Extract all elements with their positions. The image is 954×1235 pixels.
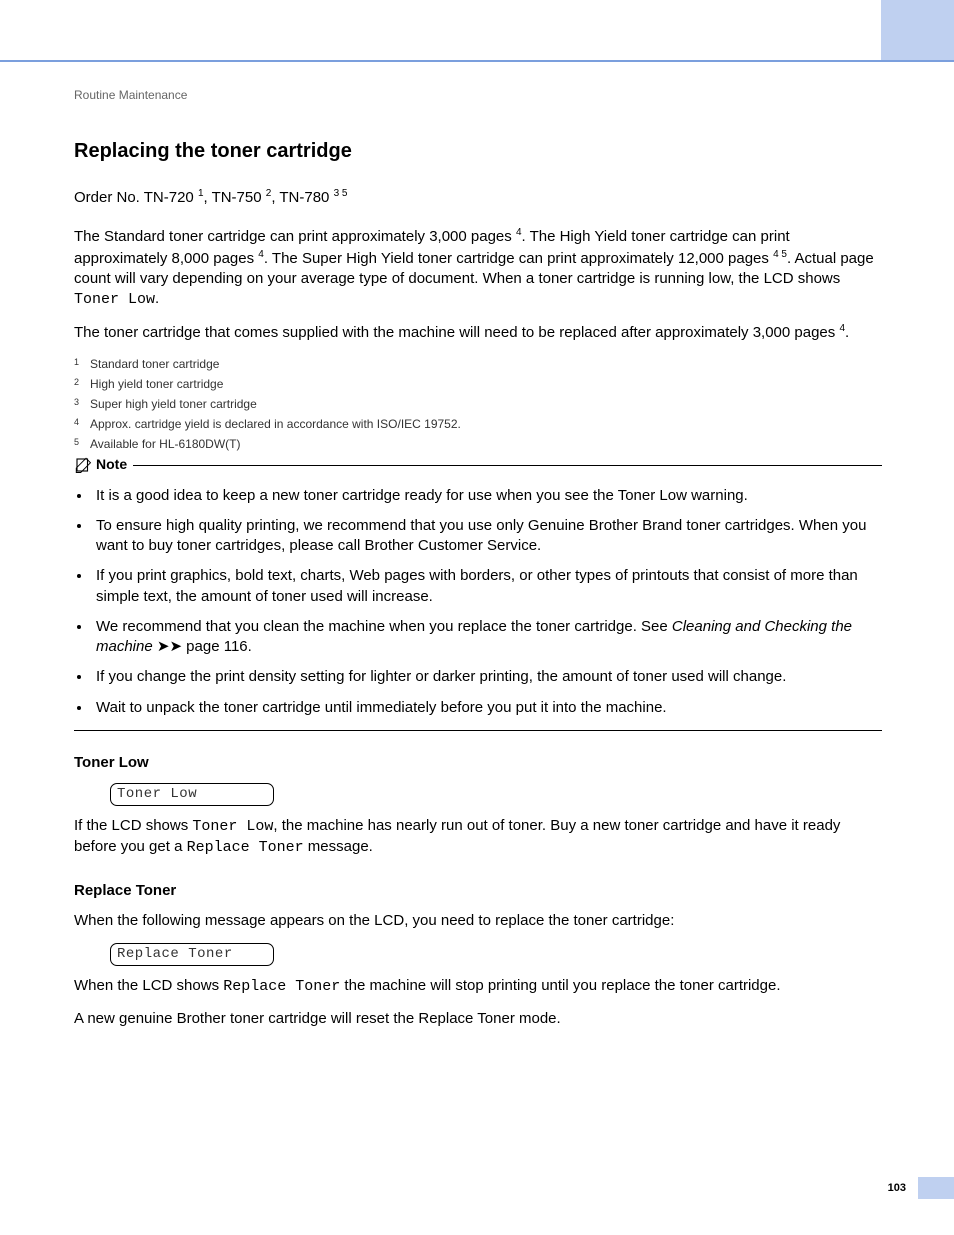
footnote: 3Super high yield toner cartridge	[74, 396, 882, 412]
note-item: Wait to unpack the toner cartridge until…	[92, 698, 882, 718]
footnote: 2High yield toner cartridge	[74, 376, 882, 392]
order-number-line: Order No. TN-720 1, TN-750 2, TN-780 3 5	[74, 187, 882, 208]
body-paragraph: If the LCD shows Toner Low, the machine …	[74, 816, 882, 859]
footer-accent	[918, 1177, 954, 1199]
note-item: We recommend that you clean the machine …	[92, 617, 882, 658]
page-footer: 103	[0, 1181, 954, 1221]
note-item: To ensure high quality printing, we reco…	[92, 516, 882, 557]
footnote: 1Standard toner cartridge	[74, 356, 882, 372]
footnote: 5Available for HL-6180DW(T)	[74, 436, 882, 452]
footnote: 4Approx. cartridge yield is declared in …	[74, 416, 882, 432]
breadcrumb: Routine Maintenance	[74, 87, 882, 103]
note-item: If you change the print density setting …	[92, 667, 882, 687]
note-item: If you print graphics, bold text, charts…	[92, 566, 882, 607]
note-icon	[74, 456, 92, 474]
subheading-toner-low: Toner Low	[74, 753, 882, 773]
note-block: Note It is a good idea to keep a new ton…	[74, 465, 882, 731]
body-paragraph: A new genuine Brother toner cartridge wi…	[74, 1009, 882, 1029]
subheading-replace-toner: Replace Toner	[74, 881, 882, 901]
footnote-list: 1Standard toner cartridge 2High yield to…	[74, 356, 882, 453]
page-number: 103	[888, 1181, 906, 1196]
body-paragraph: When the following message appears on th…	[74, 911, 882, 931]
page-title: Replacing the toner cartridge	[74, 138, 882, 165]
lcd-display: Replace Toner	[110, 943, 274, 966]
note-label: Note	[96, 455, 127, 474]
header-accent	[881, 0, 954, 60]
body-paragraph: When the LCD shows Replace Toner the mac…	[74, 976, 882, 997]
lcd-display: Toner Low	[110, 783, 274, 806]
body-paragraph: The Standard toner cartridge can print a…	[74, 226, 882, 310]
header-bar	[0, 0, 954, 62]
note-item: It is a good idea to keep a new toner ca…	[92, 486, 882, 506]
body-paragraph: The toner cartridge that comes supplied …	[74, 322, 882, 343]
